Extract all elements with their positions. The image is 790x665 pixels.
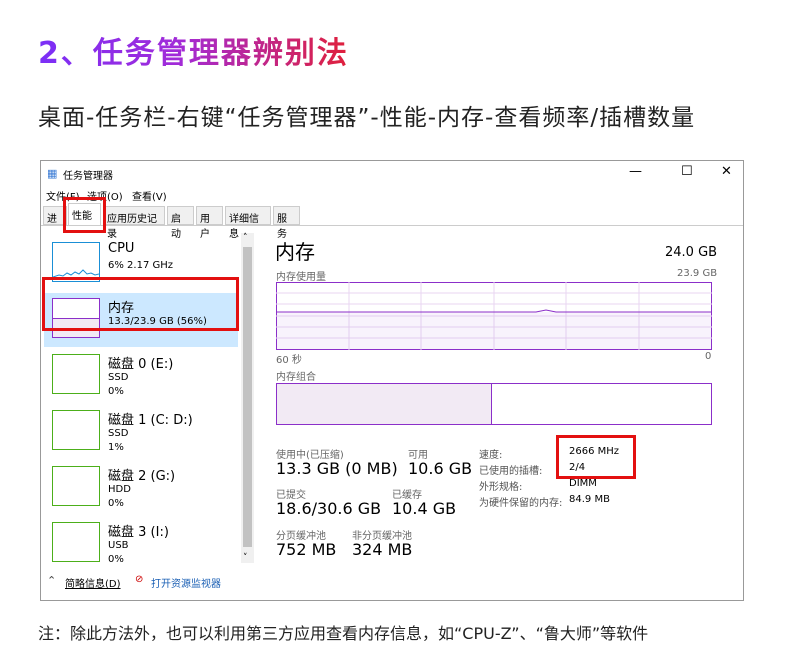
sidebar-item-name: 磁盘 0 (E:)	[108, 357, 174, 372]
minimize-button[interactable]: —	[629, 164, 642, 179]
sidebar-item[interactable]: 磁盘 3 (I:) USB 0%	[44, 517, 238, 571]
highlight-performance-tab	[63, 197, 106, 233]
sidebar-item-name: CPU	[108, 241, 135, 256]
stat-value: 13.3 GB (0 MB)	[276, 459, 398, 478]
sidebar-thumbnail	[52, 466, 100, 506]
stat-value: 10.4 GB	[392, 499, 457, 518]
maximize-button[interactable]: ☐	[681, 164, 693, 179]
stat-value: 324 MB	[352, 540, 413, 559]
sidebar-item-usage: 0%	[108, 386, 124, 397]
usage-label: 内存使用量	[276, 272, 326, 283]
highlight-memory-item	[42, 277, 239, 331]
prop-key: 外形规格:	[479, 482, 523, 493]
prop-key: 已使用的插槽:	[479, 466, 543, 477]
sidebar-thumbnail	[52, 354, 100, 394]
memory-usage-graph	[276, 282, 712, 350]
menu-view[interactable]: 查看(V)	[132, 188, 167, 203]
sidebar-thumbnail	[52, 410, 100, 450]
footnote: 注：除此方法外，也可以利用第三方应用查看内存信息，如“CPU-Z”、“鲁大师”等…	[38, 624, 649, 643]
prop-value: DIMM	[569, 478, 597, 489]
memory-total: 24.0 GB	[665, 245, 718, 260]
sidebar-item-detail: USB	[108, 540, 129, 551]
resource-monitor-link[interactable]: 打开资源监视器	[151, 575, 221, 590]
memory-composition-bar	[276, 383, 712, 425]
sidebar-item[interactable]: 磁盘 1 (C: D:) SSD 1%	[44, 405, 238, 459]
tab-startup[interactable]: 启动	[167, 206, 194, 240]
composition-label: 内存组合	[276, 372, 316, 383]
highlight-speed-slots	[556, 435, 636, 479]
prop-key: 速度:	[479, 450, 503, 461]
sidebar-item-usage: 0%	[108, 554, 124, 565]
app-icon: ▦	[47, 167, 58, 180]
memory-heading: 内存	[275, 240, 315, 264]
tab-divider	[41, 225, 743, 226]
tab-details[interactable]: 详细信息	[225, 206, 271, 240]
time-right-label: 0	[705, 351, 712, 362]
sidebar-item[interactable]: 磁盘 2 (G:) HDD 0%	[44, 461, 238, 515]
close-button[interactable]: ✕	[721, 164, 732, 179]
sidebar-item-name: 磁盘 2 (G:)	[108, 469, 176, 484]
page-subheading: 桌面-任务栏-右键“任务管理器”-性能-内存-查看频率/插槽数量	[38, 105, 696, 131]
stat-value: 10.6 GB	[408, 459, 473, 478]
sidebar-item-detail: 6% 2.17 GHz	[108, 260, 174, 271]
page-heading: 2、任务管理器辨别法	[38, 28, 349, 72]
tab-services[interactable]: 服务	[273, 206, 300, 240]
time-left-label: 60 秒	[276, 355, 302, 366]
usage-max: 23.9 GB	[677, 268, 718, 279]
sidebar-thumbnail	[52, 522, 100, 562]
window-title: 任务管理器	[63, 171, 113, 182]
prop-key: 为硬件保留的内存:	[479, 498, 563, 509]
tab-users[interactable]: 用户	[196, 206, 223, 240]
summary-link[interactable]: 简略信息(D)	[65, 575, 121, 590]
sidebar-item-usage: 1%	[108, 442, 124, 453]
sidebar-item[interactable]: 磁盘 0 (E:) SSD 0%	[44, 349, 238, 403]
sidebar-item-detail: HDD	[108, 484, 131, 495]
sidebar-item-name: 磁盘 3 (I:)	[108, 525, 169, 540]
prop-value: 84.9 MB	[569, 494, 610, 505]
collapse-icon[interactable]: ⌃	[47, 574, 56, 587]
sidebar-thumbnail	[52, 242, 100, 282]
tab-app-history[interactable]: 应用历史记录	[103, 206, 165, 240]
sidebar-item-detail: SSD	[108, 428, 129, 439]
resource-monitor-icon: ⊘	[135, 574, 144, 585]
sidebar-item-name: 磁盘 1 (C: D:)	[108, 413, 193, 428]
sidebar-scrollbar[interactable]: ˄ ˅	[241, 233, 254, 563]
sidebar-item-detail: SSD	[108, 372, 129, 383]
sidebar-item-usage: 0%	[108, 498, 124, 509]
stat-value: 752 MB	[276, 540, 337, 559]
task-manager-window: ▦ 任务管理器 — ☐ ✕ 文件(F) 选项(O) 查看(V) 进程 性能 应用…	[40, 160, 744, 601]
stat-value: 18.6/30.6 GB	[276, 499, 382, 518]
